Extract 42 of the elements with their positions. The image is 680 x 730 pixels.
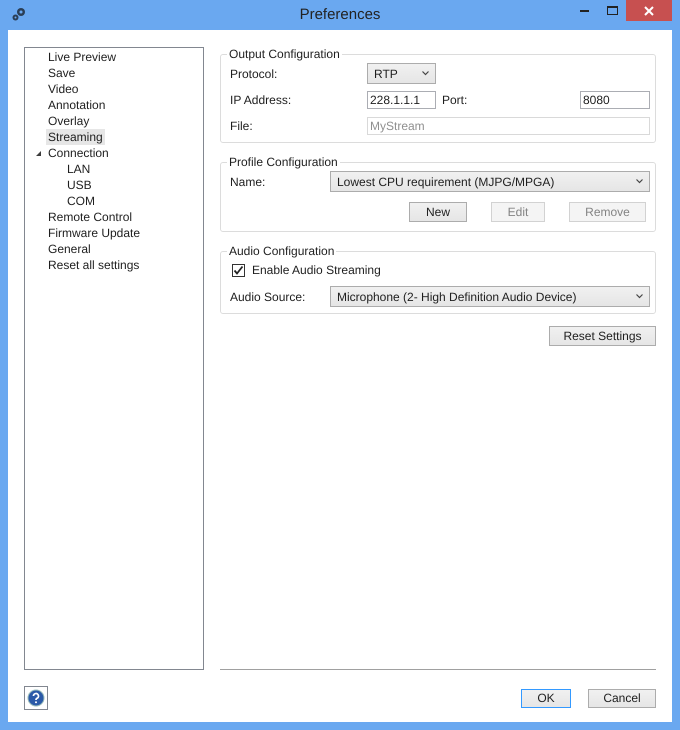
dialog-button[interactable]: OK bbox=[521, 688, 571, 708]
tree-item[interactable]: Remote Control bbox=[46, 209, 134, 225]
checkbox-label: Enable Audio Streaming bbox=[252, 263, 381, 277]
window-title: Preferences bbox=[300, 6, 380, 23]
maximize-icon bbox=[607, 6, 618, 15]
protocol-dropdown[interactable]: RTP bbox=[367, 63, 436, 84]
group-title: Profile Configuration bbox=[228, 155, 339, 169]
ip-address-field[interactable]: 228.1.1.1 bbox=[367, 91, 436, 109]
tree-item[interactable]: Streaming bbox=[46, 129, 105, 145]
tree-item[interactable]: Live Preview bbox=[46, 49, 118, 65]
tree-item[interactable]: Overlay bbox=[46, 113, 92, 129]
tree-item[interactable]: LAN bbox=[65, 161, 92, 177]
gears-icon bbox=[11, 6, 27, 22]
tree-item[interactable]: COM bbox=[65, 193, 97, 209]
tree-item[interactable]: Video bbox=[46, 81, 80, 97]
help-button[interactable] bbox=[24, 686, 48, 710]
field-label: Name: bbox=[230, 174, 266, 188]
field-label: Protocol: bbox=[230, 66, 278, 80]
tree-item[interactable]: Save bbox=[46, 65, 78, 81]
close-icon bbox=[644, 6, 654, 16]
field-label: IP Address: bbox=[230, 93, 292, 107]
tree-item[interactable]: Connection bbox=[46, 145, 111, 161]
tree-item[interactable]: Firmware Update bbox=[46, 225, 142, 241]
checkbox[interactable] bbox=[232, 264, 245, 276]
expander-icon[interactable] bbox=[35, 150, 42, 156]
group-title: Output Configuration bbox=[228, 47, 341, 61]
field-label: Audio Source: bbox=[230, 290, 306, 304]
field-label: Port: bbox=[442, 93, 468, 107]
tree-item[interactable]: USB bbox=[65, 177, 94, 193]
tree-item[interactable]: Annotation bbox=[46, 97, 108, 113]
minimize-icon bbox=[580, 10, 589, 12]
reset-settings-button[interactable]: Reset Settings bbox=[549, 326, 656, 346]
profile-dropdown[interactable]: Lowest CPU requirement (MJPG/MPGA) bbox=[330, 171, 650, 192]
profile-button[interactable]: New bbox=[409, 202, 467, 222]
dialog-button[interactable]: Cancel bbox=[588, 688, 656, 708]
field-label: File: bbox=[230, 119, 254, 133]
close-button[interactable] bbox=[626, 0, 672, 21]
audio-source-dropdown[interactable]: Microphone (2- High Definition Audio Device) bbox=[330, 286, 650, 307]
group-title: Audio Configuration bbox=[228, 244, 336, 258]
tree-item[interactable]: Reset all settings bbox=[46, 257, 142, 273]
tree-item[interactable]: General bbox=[46, 241, 93, 257]
port-field[interactable]: 8080 bbox=[580, 91, 650, 109]
